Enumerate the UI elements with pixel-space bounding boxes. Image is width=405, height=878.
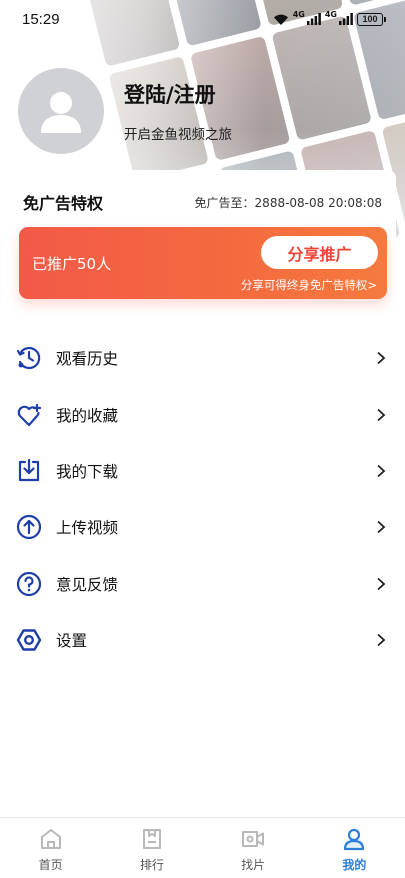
status-indicators: 4G 4G 100 (273, 9, 386, 26)
history-icon (16, 345, 42, 371)
ad-free-expiry: 免广告至：2888-08-08 20:08:08 (194, 195, 382, 210)
avatar[interactable] (18, 68, 104, 154)
menu-item-favorites[interactable]: 我的收藏 (0, 386, 405, 442)
home-icon (40, 829, 61, 849)
menu-list: 观看历史 我的收藏 我的下载 上传视频 意见反馈 设置 (0, 330, 405, 668)
signal-icon (306, 13, 321, 25)
chevron-right-icon (377, 633, 386, 647)
battery-icon: 100 (357, 12, 386, 26)
promotion-count: 已推广50人 (32, 255, 112, 273)
signal-icon (339, 13, 353, 25)
menu-item-label: 设置 (56, 632, 88, 651)
menu-item-downloads[interactable]: 我的下载 (0, 443, 405, 499)
wifi-icon (273, 14, 288, 25)
chevron-right-icon (377, 408, 386, 421)
tab-label: 排行 (139, 858, 164, 872)
profile-icon (344, 828, 365, 851)
tab-label: 我的 (342, 858, 367, 872)
promotion-banner: 已推广50人 分享推广 分享可得终身免广告特权> (19, 227, 387, 299)
profile-header[interactable]: 登陆/注册 开启金鱼视频之旅 (18, 68, 232, 154)
menu-item-settings[interactable]: 设置 (0, 612, 405, 668)
ad-free-card: 免广告特权 免广告至：2888-08-08 20:08:08 已推广50人 分享… (10, 170, 396, 320)
status-time: 15:29 (22, 10, 60, 28)
ad-free-title: 免广告特权 (23, 194, 104, 213)
settings-icon (16, 627, 42, 653)
menu-item-label: 上传视频 (56, 519, 119, 538)
feedback-icon (16, 571, 42, 597)
menu-item-history[interactable]: 观看历史 (0, 330, 405, 386)
menu-item-label: 我的收藏 (56, 406, 119, 425)
chevron-right-icon (377, 464, 386, 478)
chevron-right-icon (377, 521, 386, 534)
menu-item-label: 观看历史 (56, 350, 119, 369)
network-label: 4G (324, 9, 337, 19)
chevron-right-icon (377, 352, 386, 365)
tab-ranking[interactable]: 排行 (101, 818, 202, 878)
status-bar: 15:29 4G 4G 100 (0, 0, 405, 38)
favorite-icon (16, 402, 42, 428)
menu-item-label: 意见反馈 (56, 575, 119, 594)
share-hint-link[interactable]: 分享可得终身免广告特权> (241, 277, 377, 293)
download-icon (16, 458, 42, 484)
ranking-icon (142, 829, 161, 849)
tab-home[interactable]: 首页 (0, 818, 101, 878)
menu-item-label: 我的下载 (56, 462, 119, 481)
menu-item-feedback[interactable]: 意见反馈 (0, 556, 405, 612)
chevron-right-icon (377, 577, 386, 590)
tab-label: 找片 (241, 858, 266, 872)
login-register-link[interactable]: 登陆/注册 (124, 79, 232, 109)
tab-profile[interactable]: 我的 (304, 818, 405, 878)
network-label: 4G (292, 9, 305, 19)
tab-label: 首页 (38, 858, 63, 872)
bottom-tab-bar: 首页 排行 找片 我的 (0, 817, 405, 878)
menu-item-upload[interactable]: 上传视频 (0, 499, 405, 555)
tab-find-video[interactable]: 找片 (203, 818, 304, 878)
share-promote-button[interactable]: 分享推广 (261, 236, 378, 269)
find-video-icon (242, 831, 265, 847)
profile-subtitle: 开启金鱼视频之旅 (124, 127, 232, 143)
upload-icon (16, 514, 42, 540)
user-placeholder-icon (41, 92, 81, 133)
